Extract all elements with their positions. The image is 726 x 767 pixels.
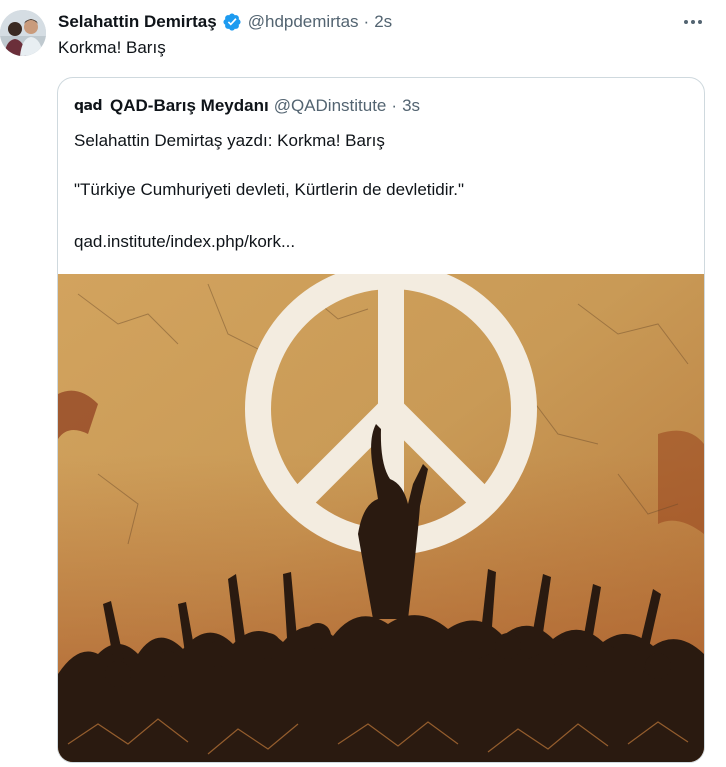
quote-link[interactable]: qad.institute/index.php/kork... [74,232,295,252]
tweet[interactable]: Selahattin Demirtaş @hdpdemirtas · 2s Ko… [0,0,726,767]
quote-author-handle[interactable]: @QADinstitute [274,96,387,116]
quote-timestamp[interactable]: 3s [402,96,420,116]
quote-text-line: Selahattin Demirtaş yazdı: Korkma! Barış [74,131,385,150]
tweet-header: Selahattin Demirtaş @hdpdemirtas · 2s [58,10,392,34]
more-options-icon[interactable] [682,12,704,32]
quote-text-quote: "Türkiye Cumhuriyeti devleti, Kürtlerin … [74,180,465,199]
quote-author-name[interactable]: QAD-Barış Meydanı [110,96,269,116]
tweet-text: Korkma! Barış [58,38,166,57]
quote-header: qad QAD-Barış Meydanı @QADinstitute · 3s [74,96,420,116]
avatar[interactable] [0,10,46,56]
header-separator: · [363,12,370,31]
quote-image[interactable] [58,274,704,762]
author-name[interactable]: Selahattin Demirtaş [58,12,217,32]
quote-header-separator: · [391,96,398,115]
author-handle[interactable]: @hdpdemirtas [248,12,359,32]
tweet-timestamp[interactable]: 2s [374,12,392,32]
quoted-tweet-card[interactable]: qad QAD-Barış Meydanı @QADinstitute · 3s… [57,77,705,763]
verified-badge-icon[interactable] [222,12,242,32]
quote-avatar-logo[interactable]: qad [74,97,103,115]
